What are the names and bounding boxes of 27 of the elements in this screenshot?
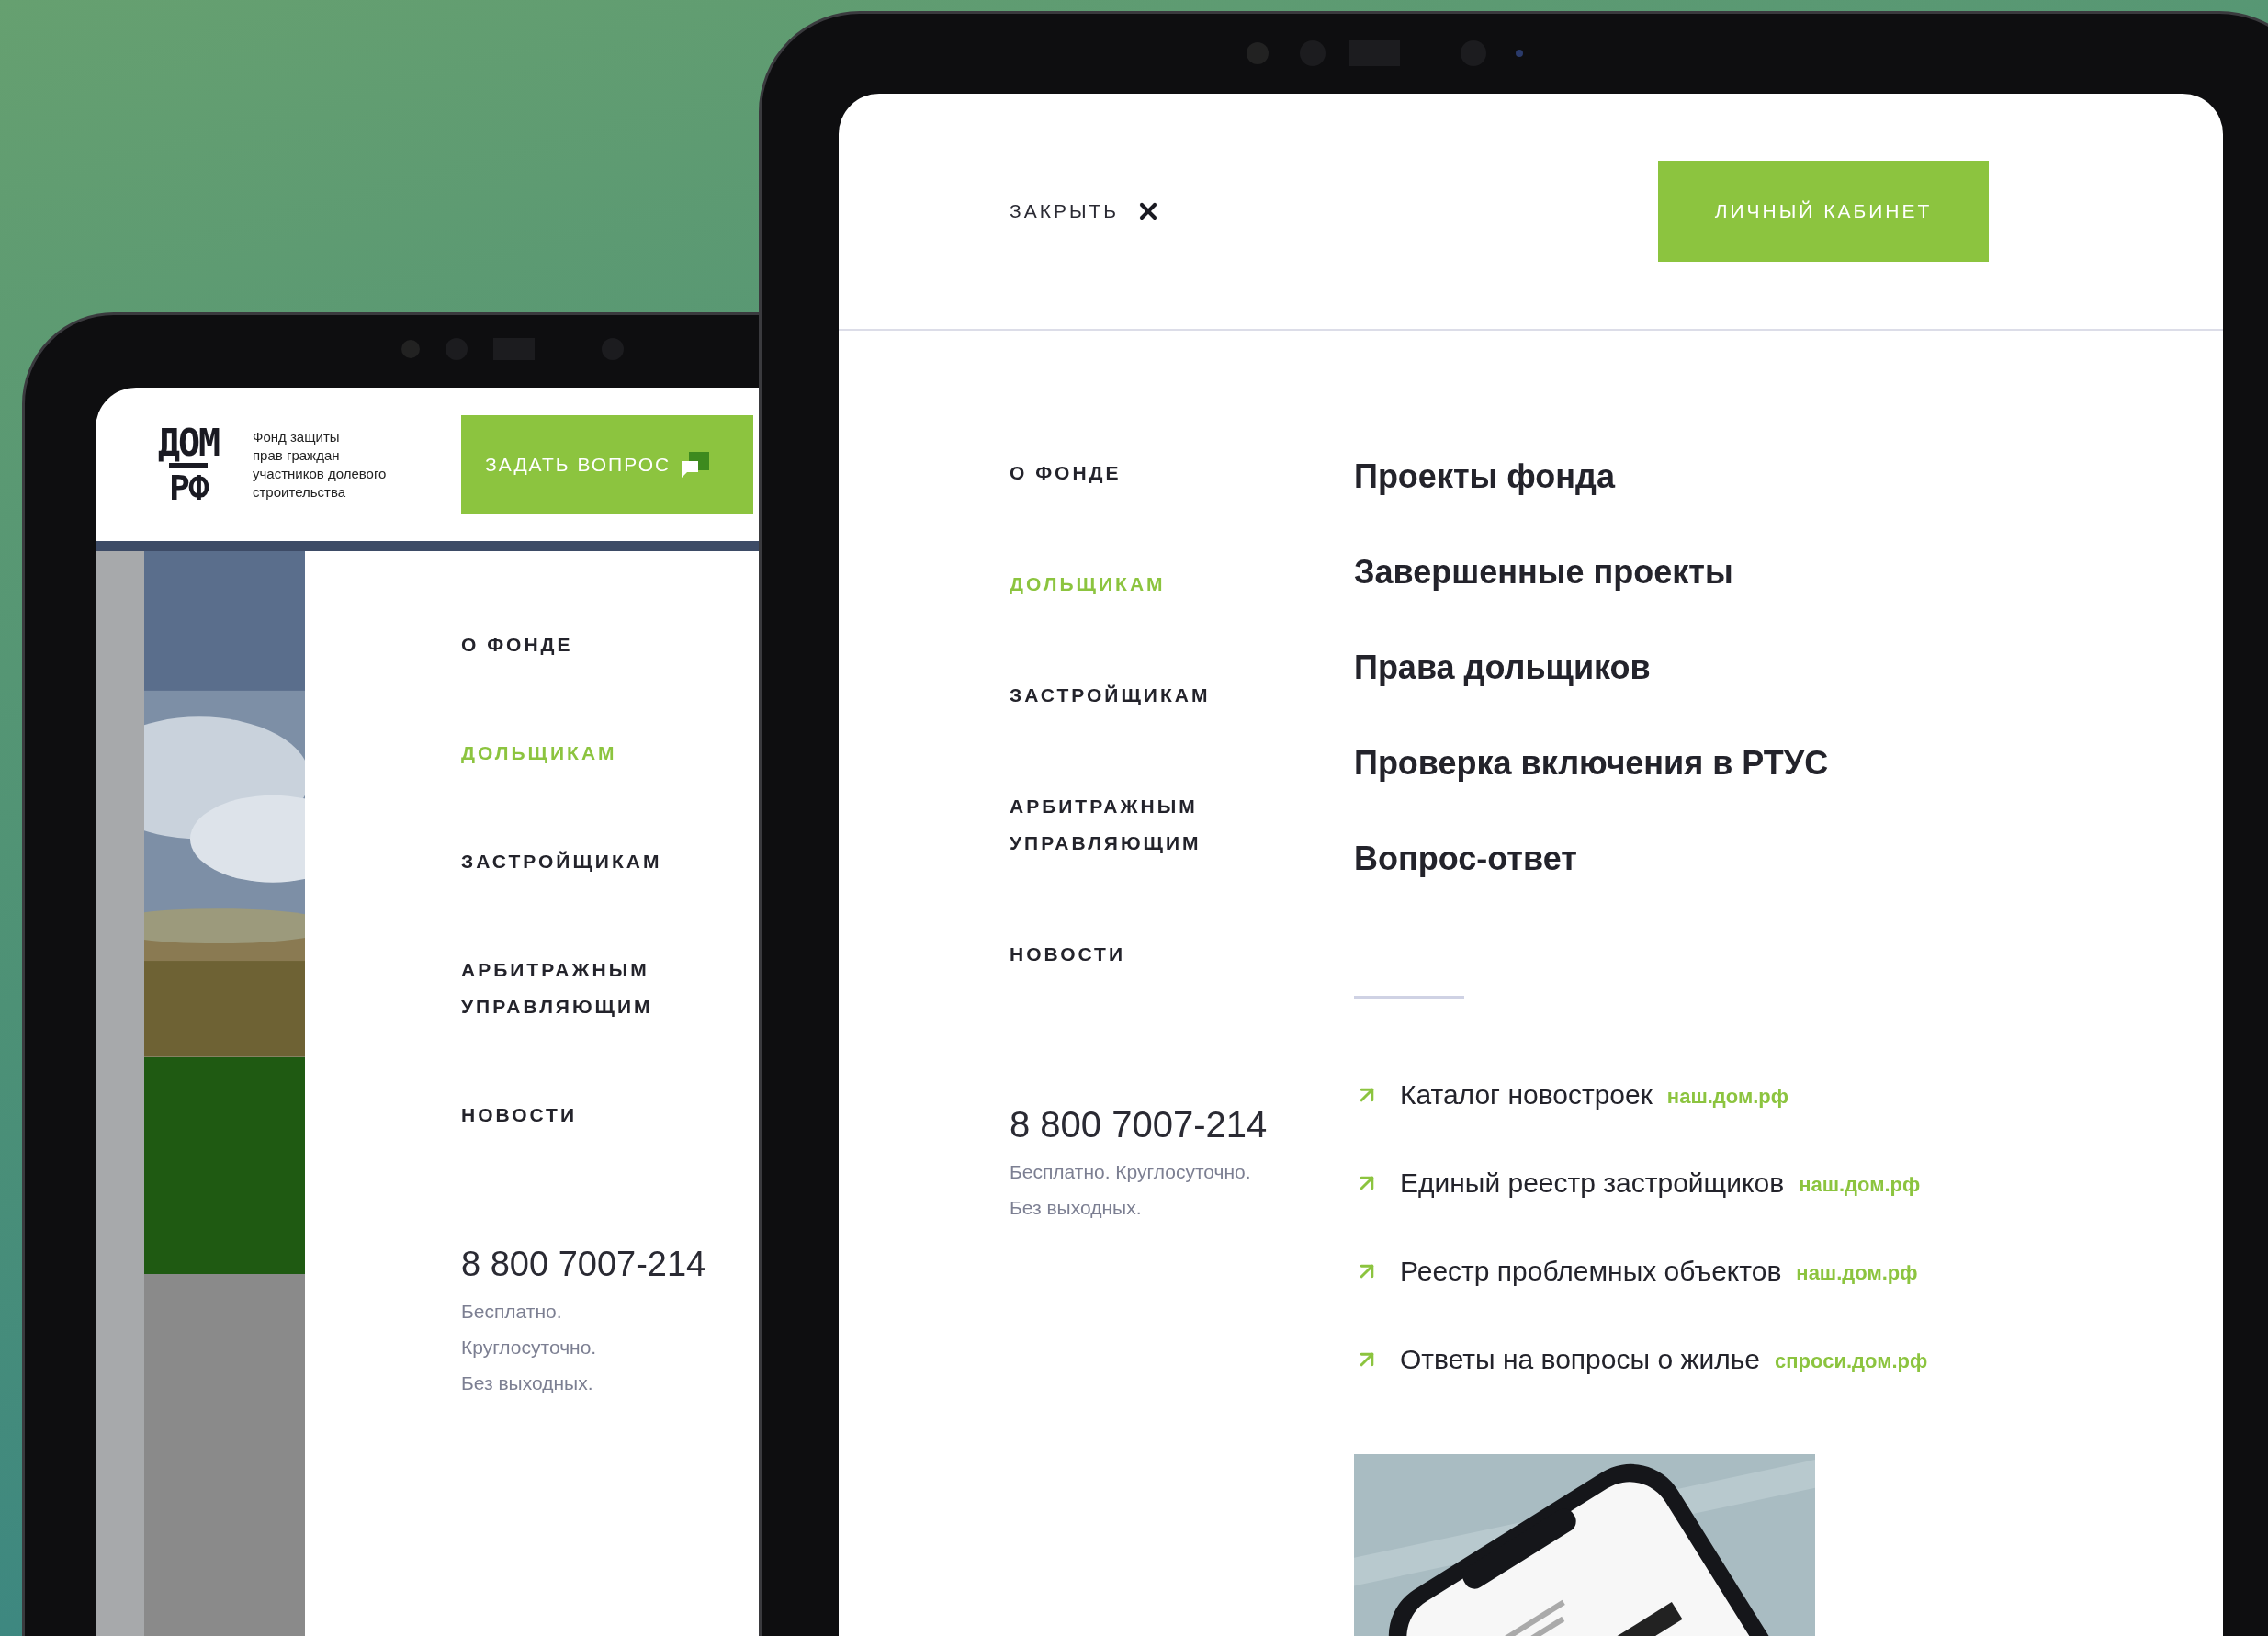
close-button[interactable]: ЗАКРЫТЬ	[1010, 198, 1162, 224]
phone-note: Круглосуточно.	[461, 1336, 598, 1360]
menu-link[interactable]: АРБИТРАЖНЫМ УПРАВЛЯЮЩИМ	[1010, 788, 1248, 862]
menu-link[interactable]: О ФОНДЕ	[461, 626, 700, 663]
phone-note: Бесплатно. Круглосуточно.	[1010, 1160, 1252, 1184]
phone-number: 8 800 7007-214	[461, 1244, 707, 1285]
submenu-link[interactable]: Завершенные проекты	[1354, 550, 1733, 594]
menu-link[interactable]: НОВОСТИ	[1010, 936, 1248, 973]
resource-link[interactable]: Ответы на вопросы о жилье	[1400, 1344, 1761, 1375]
menu-link[interactable]: ЗАСТРОЙЩИКАМ	[461, 843, 700, 880]
org-name: Фонд защиты прав граждан – участников долевого строительства	[253, 427, 388, 502]
phone-note: Без выходных.	[461, 1371, 594, 1395]
submenu-link[interactable]: Проверка включения в РТУС	[1354, 741, 1829, 785]
phone-note: Без выходных.	[1010, 1196, 1143, 1220]
menu-link[interactable]: АРБИТРАЖНЫМ УПРАВЛЯЮЩИМ	[461, 952, 700, 1025]
submenu-link[interactable]: Права дольщиков	[1354, 646, 1651, 690]
menu-link[interactable]: ЗАСТРОЙЩИКАМ	[1010, 677, 1248, 714]
submenu-link[interactable]: Проекты фонда	[1354, 455, 1615, 499]
resource-link[interactable]: Каталог новостроек	[1400, 1079, 1653, 1111]
menu-link[interactable]: НОВОСТИ	[461, 1097, 700, 1134]
phone-number: 8 800 7007-214	[1010, 1103, 1269, 1146]
resource-link[interactable]: Реестр проблемных объектов	[1400, 1256, 1782, 1287]
phone-note: Бесплатно.	[461, 1300, 563, 1324]
resource-link[interactable]: Единый реестр застройщиков	[1400, 1168, 1785, 1199]
menu-link[interactable]: О ФОНДЕ	[1010, 455, 1248, 491]
submenu-link[interactable]: Вопрос-ответ	[1354, 837, 1577, 881]
logo: ДОМ РФ	[156, 423, 220, 505]
